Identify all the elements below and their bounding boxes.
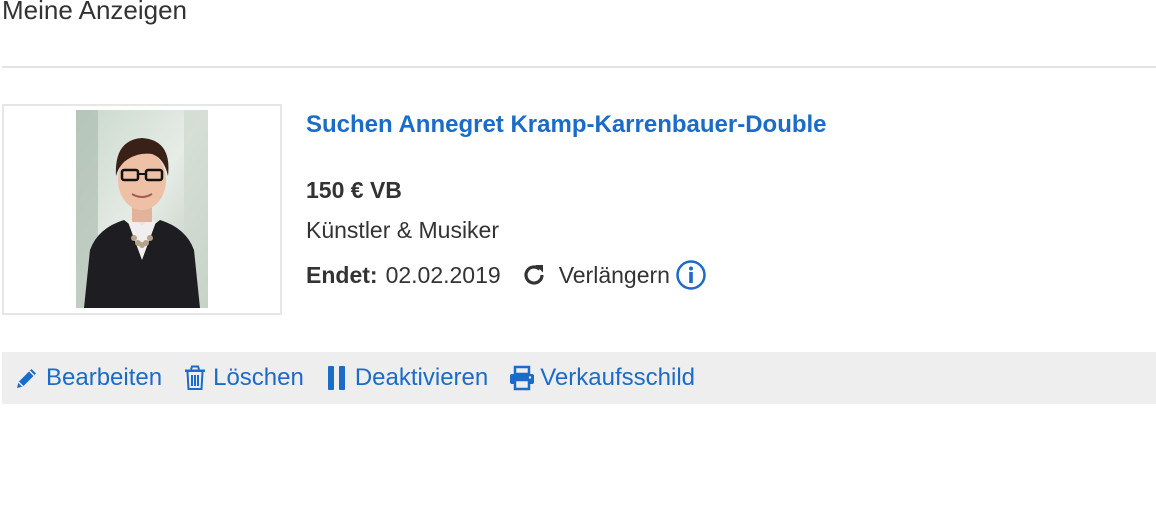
pause-icon xyxy=(327,366,345,390)
ad-thumbnail[interactable] xyxy=(2,104,282,315)
ad-price: 150 € VB xyxy=(306,177,402,203)
deactivate-label: Deaktivieren xyxy=(354,364,489,391)
divider xyxy=(2,66,1156,68)
trash-icon xyxy=(185,365,206,390)
ad-list-item: Suchen Annegret Kramp-Karrenbauer-Double… xyxy=(2,104,1156,315)
end-label: Endet: xyxy=(306,261,378,288)
delete-button[interactable]: Löschen xyxy=(183,352,304,404)
portrait-image xyxy=(76,110,208,308)
deactivate-button[interactable]: Deaktivieren xyxy=(325,352,488,404)
edit-button[interactable]: Bearbeiten xyxy=(14,352,162,404)
print-sign-button[interactable]: Verkaufsschild xyxy=(508,352,695,404)
page: Meine Anzeigen Suchen Annegret Kramp-Kar… xyxy=(0,0,1156,508)
end-date: 02.02.2019 xyxy=(385,261,501,288)
extend-label: Verlängern xyxy=(558,261,670,288)
ad-title-link[interactable]: Suchen Annegret Kramp-Karrenbauer-Double xyxy=(306,111,827,139)
info-circle-icon[interactable] xyxy=(675,259,707,291)
refresh-icon xyxy=(524,265,544,285)
page-title: Meine Anzeigen xyxy=(2,0,188,25)
ad-category: Künstler & Musiker xyxy=(306,217,500,243)
ad-photo xyxy=(76,110,208,308)
edit-label: Bearbeiten xyxy=(46,364,163,391)
action-bar: Bearbeiten Löschen Deaktivieren Verkaufs… xyxy=(2,352,1156,404)
pencil-icon xyxy=(17,369,36,388)
extend-button[interactable]: Verlängern xyxy=(521,262,670,289)
printer-icon xyxy=(510,365,535,391)
ad-end-row: Endet: 02.02.2019 Verlängern xyxy=(306,259,707,291)
delete-label: Löschen xyxy=(213,364,304,391)
print-sign-label: Verkaufsschild xyxy=(540,364,695,391)
